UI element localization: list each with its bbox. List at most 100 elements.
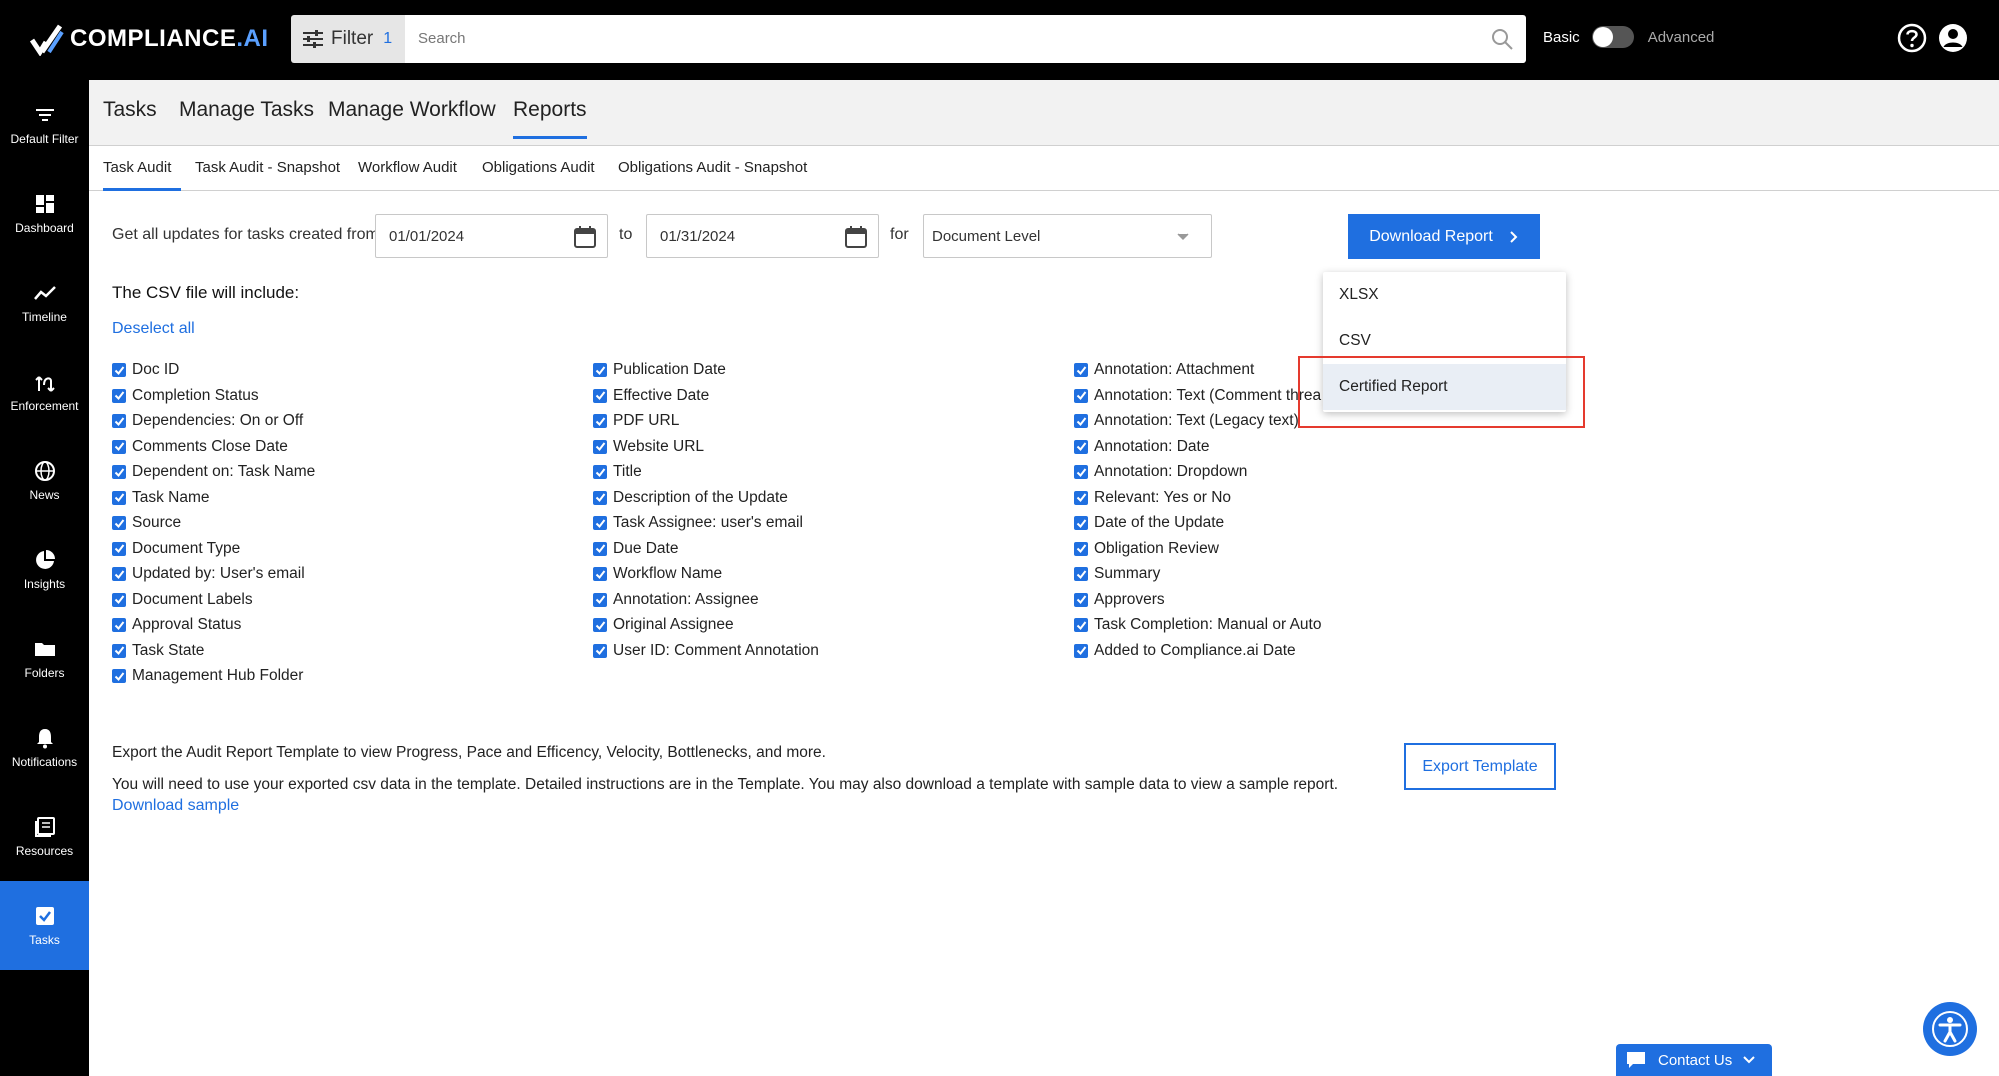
sidebar-item-timeline[interactable]: Timeline — [0, 258, 89, 347]
subtab-workflow-audit[interactable]: Workflow Audit — [358, 159, 457, 191]
search-icon[interactable] — [1490, 27, 1514, 51]
checkbox-checked[interactable] — [1074, 363, 1088, 377]
checkbox-checked[interactable] — [593, 388, 607, 403]
search-input[interactable] — [405, 15, 1455, 61]
csv-field-option[interactable]: Annotation: Dropdown — [1074, 462, 1247, 482]
csv-field-option[interactable]: Annotation: Attachment — [1074, 360, 1254, 380]
checkbox-checked[interactable] — [1074, 414, 1088, 428]
csv-field-option[interactable]: Task Completion: Manual or Auto — [1074, 615, 1321, 635]
menu-item-xlsx[interactable]: XLSX — [1323, 272, 1566, 318]
checkbox-checked[interactable] — [593, 541, 607, 556]
contact-us-widget[interactable]: Contact Us — [1616, 1044, 1772, 1076]
mode-toggle[interactable] — [1591, 26, 1634, 48]
csv-field-option[interactable]: Completion Status — [112, 386, 259, 406]
checkbox-checked[interactable] — [593, 439, 607, 454]
checkbox-checked[interactable] — [593, 567, 607, 581]
checkbox-checked[interactable] — [112, 592, 126, 607]
csv-field-option[interactable]: Dependent on: Task Name — [112, 462, 315, 482]
download-report-button[interactable]: Download Report — [1348, 214, 1540, 259]
calendar-icon[interactable] — [573, 225, 597, 249]
checkbox-checked[interactable] — [112, 516, 126, 530]
checkbox-checked[interactable] — [593, 465, 607, 479]
csv-field-option[interactable]: Website URL — [593, 437, 704, 457]
calendar-icon[interactable] — [844, 225, 868, 249]
sidebar-item-tasks[interactable]: Tasks — [0, 881, 89, 970]
export-template-button[interactable]: Export Template — [1404, 743, 1556, 790]
sidebar-item-insights[interactable]: Insights — [0, 525, 89, 614]
csv-field-option[interactable]: Annotation: Text (Comment threa — [1074, 386, 1321, 406]
checkbox-checked[interactable] — [1074, 439, 1088, 454]
checkbox-checked[interactable] — [593, 643, 607, 658]
csv-field-option[interactable]: Added to Compliance.ai Date — [1074, 641, 1296, 661]
csv-field-option[interactable]: User ID: Comment Annotation — [593, 641, 819, 661]
csv-field-option[interactable]: Task Name — [112, 488, 210, 508]
checkbox-checked[interactable] — [1074, 592, 1088, 607]
filter-button[interactable]: Filter 1 — [291, 15, 405, 63]
checkbox-checked[interactable] — [593, 414, 607, 428]
checkbox-checked[interactable] — [112, 465, 126, 479]
checkbox-checked[interactable] — [1074, 516, 1088, 530]
csv-field-option[interactable]: Date of the Update — [1074, 513, 1224, 533]
tab-manage-tasks[interactable]: Manage Tasks — [179, 98, 314, 136]
sidebar-item-resources[interactable]: Resources — [0, 792, 89, 881]
checkbox-checked[interactable] — [593, 592, 607, 607]
csv-field-option[interactable]: Annotation: Assignee — [593, 590, 759, 610]
csv-field-option[interactable]: Dependencies: On or Off — [112, 411, 303, 431]
checkbox-checked[interactable] — [112, 541, 126, 556]
checkbox-checked[interactable] — [1074, 643, 1088, 658]
checkbox-checked[interactable] — [1074, 388, 1088, 403]
csv-field-option[interactable]: Task State — [112, 641, 204, 661]
checkbox-checked[interactable] — [112, 618, 126, 632]
level-select[interactable]: Document Level — [923, 214, 1212, 258]
tab-manage-workflow[interactable]: Manage Workflow — [328, 98, 496, 136]
csv-field-option[interactable]: Description of the Update — [593, 488, 788, 508]
csv-field-option[interactable]: Publication Date — [593, 360, 726, 380]
subtab-task-audit[interactable]: Task Audit — [103, 159, 181, 191]
sidebar-item-default-filter[interactable]: Default Filter — [0, 80, 89, 169]
csv-field-option[interactable]: Relevant: Yes or No — [1074, 488, 1231, 508]
user-account-icon[interactable] — [1937, 22, 1969, 54]
deselect-all-link[interactable]: Deselect all — [112, 320, 195, 338]
csv-field-option[interactable]: Workflow Name — [593, 564, 722, 584]
checkbox-checked[interactable] — [112, 643, 126, 658]
csv-field-option[interactable]: Document Type — [112, 539, 240, 559]
checkbox-checked[interactable] — [1074, 567, 1088, 581]
checkbox-checked[interactable] — [112, 567, 126, 581]
csv-field-option[interactable]: Document Labels — [112, 590, 253, 610]
checkbox-checked[interactable] — [593, 618, 607, 632]
csv-field-option[interactable]: PDF URL — [593, 411, 679, 431]
csv-field-option[interactable]: Comments Close Date — [112, 437, 288, 457]
subtab-obligations-audit-snapshot[interactable]: Obligations Audit - Snapshot — [618, 159, 807, 191]
sidebar-item-enforcement[interactable]: Enforcement — [0, 347, 89, 436]
menu-item-csv[interactable]: CSV — [1323, 318, 1566, 364]
checkbox-checked[interactable] — [112, 414, 126, 428]
accessibility-button[interactable] — [1923, 1002, 1977, 1056]
subtab-task-audit-snapshot[interactable]: Task Audit - Snapshot — [195, 159, 340, 191]
checkbox-checked[interactable] — [593, 363, 607, 377]
menu-item-certified-report[interactable]: Certified Report — [1323, 364, 1566, 410]
download-sample-link[interactable]: Download sample — [112, 797, 239, 815]
csv-field-option[interactable]: Approvers — [1074, 590, 1165, 610]
sidebar-item-folders[interactable]: Folders — [0, 614, 89, 703]
csv-field-option[interactable]: Task Assignee: user's email — [593, 513, 803, 533]
csv-field-option[interactable]: Obligation Review — [1074, 539, 1219, 559]
checkbox-checked[interactable] — [593, 490, 607, 505]
csv-field-option[interactable]: Title — [593, 462, 642, 482]
csv-field-option[interactable]: Doc ID — [112, 360, 179, 380]
sidebar-item-news[interactable]: News — [0, 436, 89, 525]
checkbox-checked[interactable] — [112, 388, 126, 403]
csv-field-option[interactable]: Approval Status — [112, 615, 241, 635]
checkbox-checked[interactable] — [112, 439, 126, 454]
checkbox-checked[interactable] — [112, 490, 126, 505]
csv-field-option[interactable]: Effective Date — [593, 386, 709, 406]
checkbox-checked[interactable] — [112, 669, 126, 683]
csv-field-option[interactable]: Annotation: Text (Legacy text) — [1074, 411, 1299, 431]
checkbox-checked[interactable] — [1074, 618, 1088, 632]
checkbox-checked[interactable] — [112, 363, 126, 377]
csv-field-option[interactable]: Due Date — [593, 539, 678, 559]
sidebar-item-notifications[interactable]: Notifications — [0, 703, 89, 792]
csv-field-option[interactable]: Original Assignee — [593, 615, 734, 635]
checkbox-checked[interactable] — [1074, 490, 1088, 505]
csv-field-option[interactable]: Updated by: User's email — [112, 564, 305, 584]
csv-field-option[interactable]: Annotation: Date — [1074, 437, 1209, 457]
